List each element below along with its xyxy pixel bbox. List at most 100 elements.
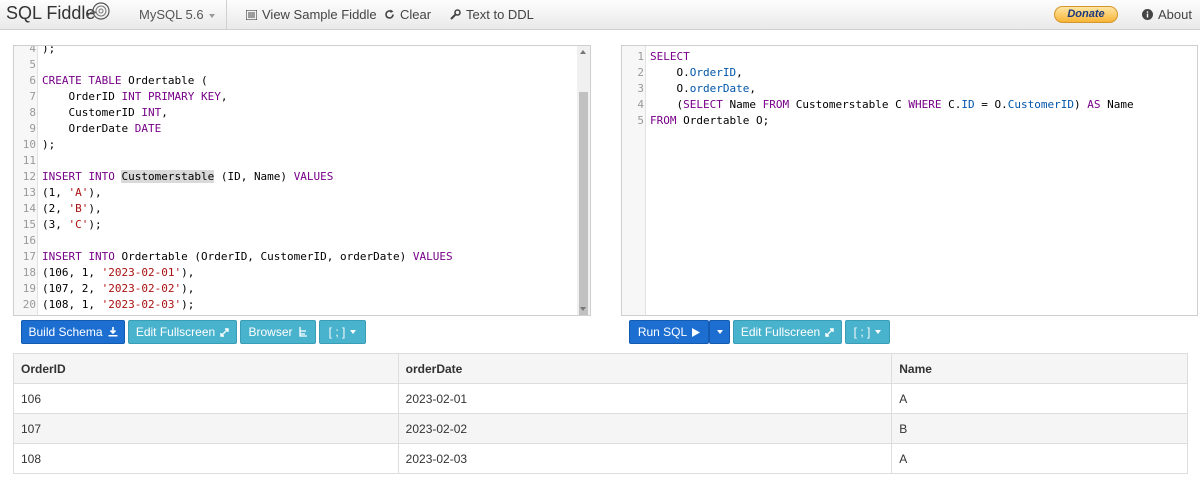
sql-keyword: INT PRIMARY KEY (121, 90, 221, 103)
code-text[interactable]: (108, 1, '2023-02-03'); (42, 297, 194, 313)
line-number: 1 (637, 50, 644, 63)
chevron-down-icon (208, 13, 215, 18)
line-number: 14 (22, 202, 36, 215)
scroll-down-arrow-icon[interactable] (580, 307, 586, 311)
line-number: 15 (22, 218, 36, 231)
sql-text: ); (42, 45, 56, 55)
info-icon (1142, 9, 1153, 20)
sql-identifier: CustomerID (1007, 98, 1074, 111)
code-text[interactable]: INSERT INTO Ordertable (OrderID, Custome… (42, 249, 453, 265)
code-text[interactable]: CREATE TABLE Ordertable ( (42, 73, 208, 89)
sql-string: '2023-02-03' (101, 298, 182, 311)
sql-keyword: INT (141, 106, 162, 119)
sql-text: ); (88, 218, 102, 231)
code-text[interactable]: (1, 'A'), (42, 185, 102, 201)
sql-keyword: FROM (762, 98, 790, 111)
code-text[interactable]: (SELECT Name FROM Customerstable C WHERE… (650, 97, 1134, 113)
highlighted-text: Customerstable (121, 170, 215, 183)
line-number: 4 (637, 98, 644, 111)
sql-text: (1, (42, 186, 69, 199)
sql-text: Name (1100, 98, 1134, 111)
sql-text: (106, 1, (42, 266, 102, 279)
delimiter-label: [ ; ] (853, 325, 871, 339)
sql-keyword: VALUES (293, 170, 334, 183)
query-edit-fullscreen-button[interactable]: Edit Fullscreen (733, 320, 842, 344)
delimiter-label: [ ; ] (328, 325, 346, 339)
table-row: 107 2023-02-02 B (13, 413, 1188, 444)
build-schema-label: Build Schema (28, 325, 103, 339)
seahorse-logo-icon (86, 2, 110, 20)
sql-text: OrderID (42, 90, 122, 103)
table-cell: 2023-02-01 (397, 383, 893, 414)
clear-label: Clear (400, 7, 432, 22)
code-text[interactable]: O.orderDate, (650, 81, 756, 97)
scroll-up-arrow-icon[interactable] (580, 50, 586, 54)
code-text[interactable]: CustomerID INT, (42, 105, 168, 121)
code-text[interactable]: SELECT (650, 49, 690, 65)
schema-editor[interactable]: 4); 5 6 CREATE TABLE Ordertable (7 OrderID … (13, 45, 591, 316)
sql-keyword: INSERT INTO (42, 170, 115, 183)
line-number: 12 (22, 170, 36, 183)
results-table: OrderID orderDate Name 106 2023-02-01 A … (13, 353, 1188, 474)
clear-link[interactable]: Clear (384, 7, 431, 22)
sql-text: O. (650, 82, 690, 95)
code-text[interactable]: O.OrderID, (650, 65, 743, 81)
browser-button[interactable]: Browser (240, 320, 316, 344)
table-header-row: OrderID orderDate Name (13, 353, 1188, 384)
code-text[interactable]: (3, 'C'); (42, 217, 102, 233)
sql-text: = O. (974, 98, 1008, 111)
sql-text: (2, (42, 202, 69, 215)
code-text[interactable]: OrderDate DATE (42, 121, 161, 137)
table-cell: 107 (13, 413, 399, 444)
build-schema-button[interactable]: Build Schema (21, 320, 125, 344)
query-editor[interactable]: 1 SELECT 2 O.OrderID, 3 O.orderDate, 4 (SELE… (621, 45, 1198, 316)
line-number: 2 (637, 66, 644, 79)
query-delimiter-dropdown[interactable]: [ ; ] (845, 320, 890, 344)
line-number: 16 (22, 234, 36, 247)
sql-text: ( (650, 98, 684, 111)
table-cell: B (891, 413, 1188, 444)
scrollbar-thumb[interactable] (579, 92, 588, 315)
sql-text: Ordertable O; (676, 114, 770, 127)
run-sql-dropdown-toggle[interactable] (709, 320, 730, 344)
code-text[interactable]: (2, 'B'), (42, 201, 102, 217)
sql-text: ), (88, 186, 102, 199)
edit-fullscreen-label: Edit Fullscreen (135, 325, 216, 339)
about-link[interactable]: About (1142, 7, 1192, 22)
schema-edit-fullscreen-button[interactable]: Edit Fullscreen (128, 320, 237, 344)
sql-text: CustomerID (42, 106, 142, 119)
line-number: 7 (29, 90, 36, 103)
sql-text: ); (42, 138, 56, 151)
database-selector-label: MySQL 5.6 (139, 7, 204, 22)
column-header: OrderID (13, 353, 399, 384)
top-navbar: SQL Fiddle MySQL 5.6 View Sample Fiddle … (0, 0, 1200, 30)
sql-text: (ID, Name) (214, 170, 294, 183)
code-text[interactable]: (106, 1, '2023-02-01'), (42, 265, 194, 281)
sql-text: ), (88, 202, 102, 215)
sql-keyword: AS (1087, 98, 1101, 111)
code-text[interactable]: (107, 2, '2023-02-02'), (42, 281, 194, 297)
schema-scrollbar[interactable] (577, 46, 590, 315)
code-text[interactable]: ); (42, 45, 56, 57)
schema-delimiter-dropdown[interactable]: [ ; ] (319, 320, 366, 344)
donate-button[interactable]: Donate (1054, 6, 1118, 23)
table-cell: 108 (13, 443, 399, 474)
view-sample-fiddle-link[interactable]: View Sample Fiddle (246, 7, 377, 22)
code-text[interactable]: ); (42, 137, 55, 153)
code-text[interactable]: INSERT INTO Customerstable (ID, Name) VA… (42, 169, 333, 185)
brand-title[interactable]: SQL Fiddle (6, 3, 95, 24)
database-selector[interactable]: MySQL 5.6 (139, 7, 215, 22)
line-number: 17 (22, 250, 36, 263)
chevron-down-icon (875, 330, 882, 334)
wrench-icon (450, 9, 461, 20)
code-text[interactable]: OrderID INT PRIMARY KEY, (42, 89, 227, 105)
code-text[interactable]: FROM Ordertable O; (650, 113, 769, 129)
run-sql-button[interactable]: Run SQL (629, 320, 709, 344)
table-cell: A (891, 443, 1188, 474)
fullscreen-icon (825, 327, 834, 337)
sql-text: , (161, 106, 168, 119)
sql-text: , (736, 66, 743, 79)
sql-text: ), (181, 266, 195, 279)
text-to-ddl-link[interactable]: Text to DDL (450, 7, 534, 22)
nav-divider (226, 0, 227, 30)
